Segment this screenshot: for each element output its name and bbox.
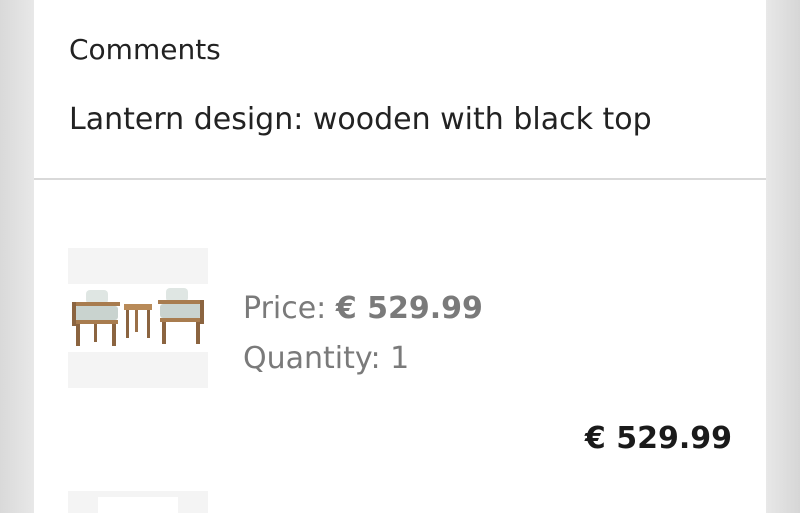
next-product-image-icon — [98, 497, 178, 513]
price-value: € 529.99 — [335, 291, 483, 326]
table-icon — [124, 304, 152, 338]
line-total: € 529.99 — [584, 421, 732, 456]
order-details-panel: Comments Lantern design: wooden with bla… — [34, 0, 766, 513]
price-label: Price: — [243, 291, 336, 326]
background-right — [766, 0, 800, 513]
chair-right-icon — [158, 288, 204, 344]
next-product-thumbnail[interactable] — [68, 491, 208, 513]
quantity-line: Quantity: 1 — [243, 340, 409, 378]
quantity-value: 1 — [390, 341, 410, 376]
product-thumbnail[interactable] — [68, 248, 208, 388]
price-line: Price: € 529.99 — [243, 290, 483, 328]
comments-text: Lantern design: wooden with black top — [69, 102, 652, 137]
comments-label: Comments — [69, 33, 221, 66]
cart-item: Price: € 529.99 Quantity: 1 € 529.99 — [34, 180, 766, 480]
quantity-label: Quantity: — [243, 341, 391, 376]
chair-left-icon — [72, 290, 120, 346]
garden-furniture-set-image-icon — [68, 284, 208, 352]
background-left — [0, 0, 34, 513]
comments-section: Comments Lantern design: wooden with bla… — [34, 0, 766, 178]
